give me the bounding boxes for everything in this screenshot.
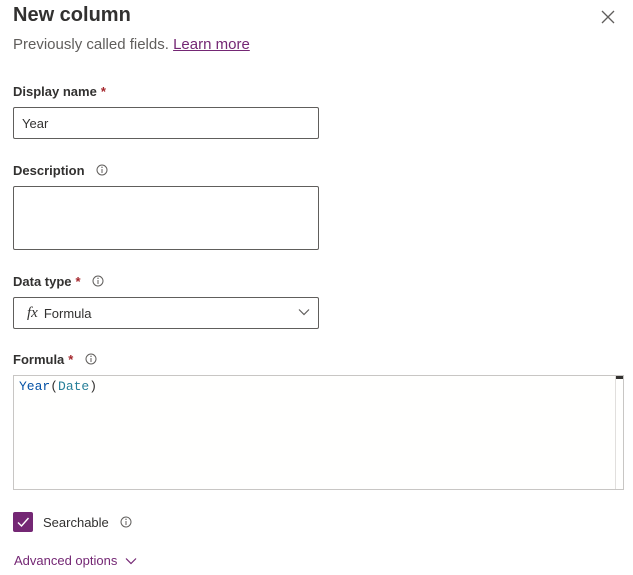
display-name-label: Display name *	[13, 84, 106, 99]
required-mark: *	[75, 274, 81, 289]
subtitle-text: Previously called fields.	[13, 36, 169, 53]
formula-function: Year	[19, 379, 51, 394]
description-label: Description	[13, 163, 108, 178]
display-name-input[interactable]	[14, 108, 318, 138]
formula-fx-icon: fx	[27, 304, 38, 321]
formula-paren-close: )	[89, 379, 98, 394]
data-type-value: Formula	[43, 305, 92, 321]
chevron-down-icon	[298, 309, 310, 316]
scrollbar-thumb[interactable]	[616, 376, 623, 379]
formula-editor[interactable]: Year(Date)	[13, 375, 624, 490]
info-icon[interactable]	[92, 275, 104, 287]
close-icon	[601, 10, 615, 24]
required-mark: *	[68, 352, 74, 367]
advanced-options-toggle[interactable]: Advanced options	[14, 553, 137, 568]
info-icon[interactable]	[85, 353, 97, 365]
description-textarea[interactable]	[13, 186, 319, 250]
required-mark: *	[100, 84, 106, 99]
formula-code: Year(Date)	[19, 379, 97, 394]
info-icon[interactable]	[96, 164, 108, 176]
searchable-checkbox[interactable]	[13, 512, 33, 532]
data-type-dropdown[interactable]: fx Formula	[13, 297, 319, 329]
close-button[interactable]	[598, 7, 618, 27]
formula-label: Formula *	[13, 352, 97, 367]
panel-subtitle: Previously called fields. Learn more	[13, 36, 250, 53]
panel-title: New column	[13, 4, 131, 26]
advanced-options-label: Advanced options	[14, 553, 118, 568]
check-icon	[17, 517, 30, 528]
formula-scrollbar[interactable]	[615, 376, 623, 489]
data-type-label: Data type *	[13, 274, 104, 289]
formula-argument: Date	[58, 379, 90, 394]
chevron-down-icon	[125, 557, 137, 564]
formula-paren-open: (	[50, 379, 59, 394]
display-name-field[interactable]	[13, 107, 319, 139]
searchable-label[interactable]: Searchable	[43, 515, 132, 530]
learn-more-link[interactable]: Learn more	[173, 36, 250, 53]
info-icon[interactable]	[120, 516, 132, 528]
